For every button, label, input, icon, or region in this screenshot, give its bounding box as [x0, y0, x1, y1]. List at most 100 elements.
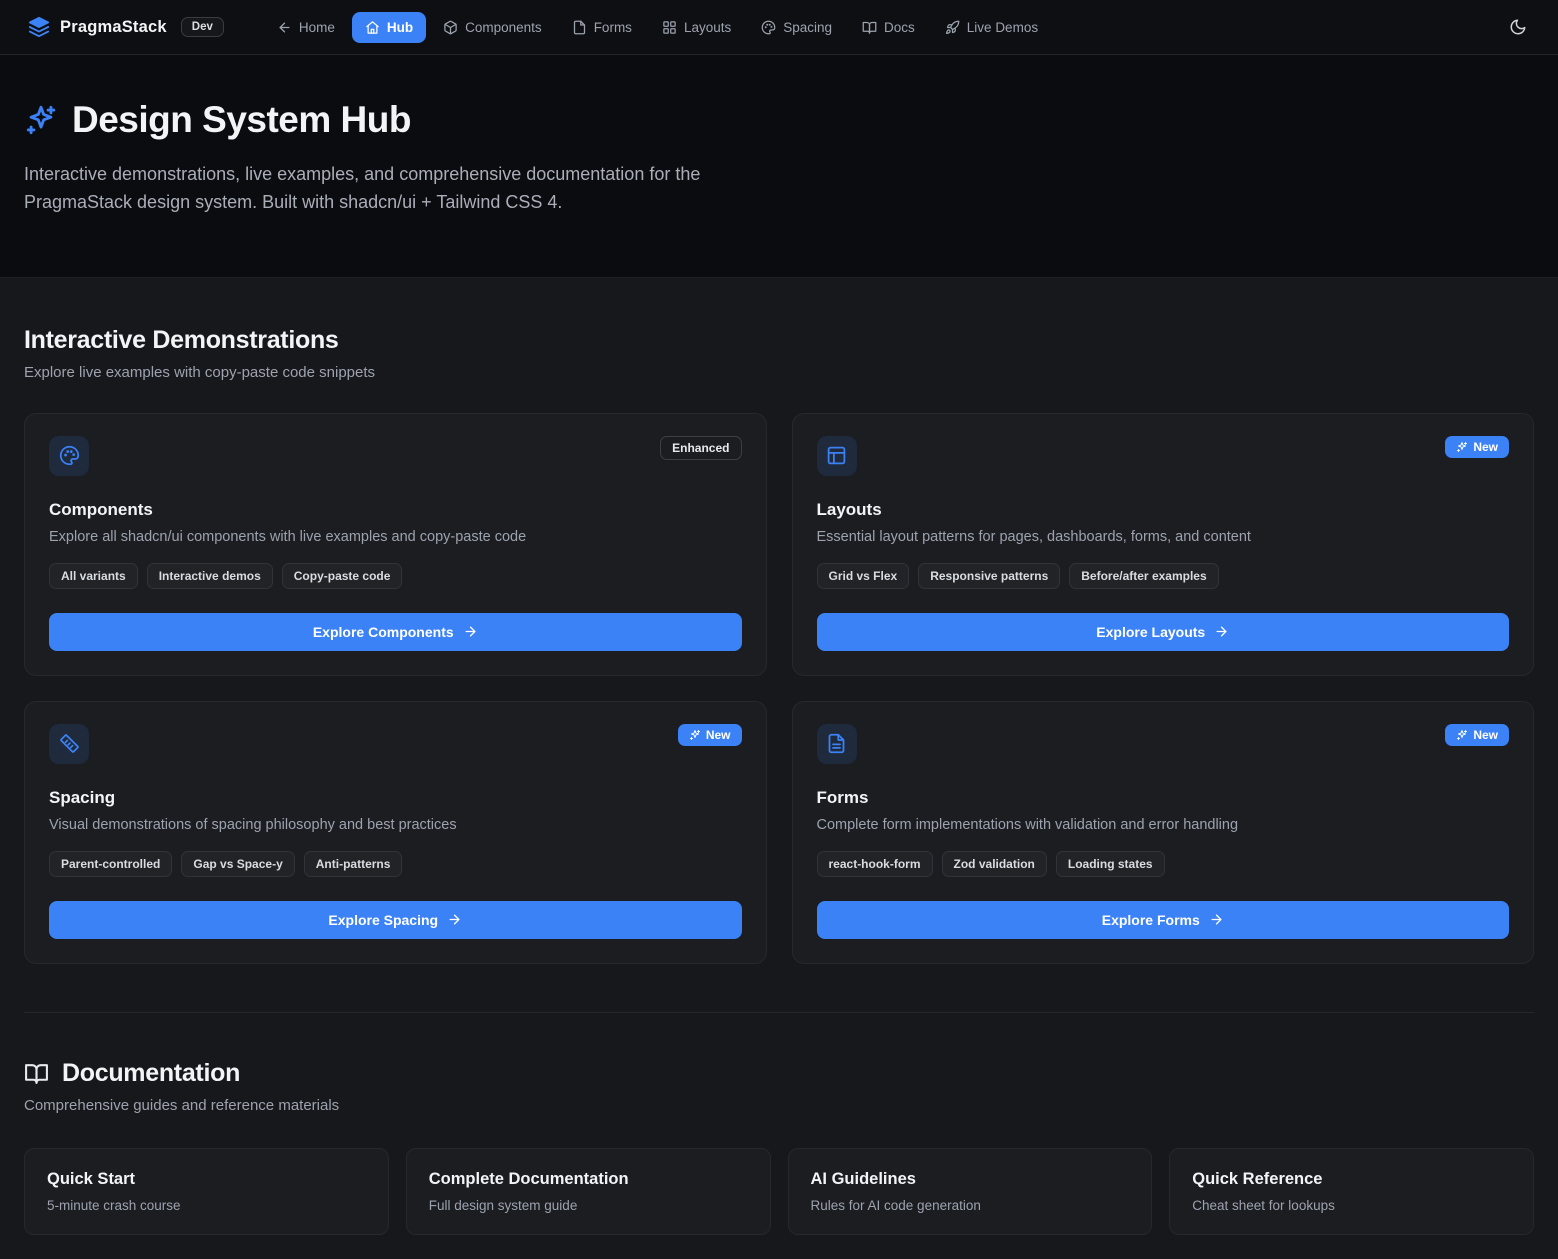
book-icon — [862, 20, 877, 35]
demo-card-components: Enhanced Components Explore all shadcn/u… — [24, 413, 767, 676]
nav-item-label: Hub — [387, 20, 413, 35]
nav-item-live-demos[interactable]: Live Demos — [932, 12, 1051, 43]
file-text-icon — [817, 724, 857, 764]
moon-icon — [1509, 18, 1527, 36]
explore-spacing-button[interactable]: Explore Spacing — [49, 901, 742, 939]
card-description: Essential layout patterns for pages, das… — [817, 529, 1510, 545]
doc-card-ai-guidelines[interactable]: AI Guidelines Rules for AI code generati… — [788, 1148, 1153, 1235]
nav-item-spacing[interactable]: Spacing — [748, 12, 845, 43]
demo-card-forms: New Forms Complete form implementations … — [792, 701, 1535, 964]
demos-section-title: Interactive Demonstrations — [24, 326, 1534, 355]
nav-item-label: Components — [465, 20, 542, 35]
button-label: Explore Spacing — [328, 912, 438, 928]
docs-section-subtitle: Comprehensive guides and reference mater… — [24, 1097, 1534, 1114]
nav-item-label: Layouts — [684, 20, 731, 35]
explore-forms-button[interactable]: Explore Forms — [817, 901, 1510, 939]
new-badge: New — [1445, 436, 1509, 458]
doc-card-grid: Quick Start 5-minute crash course Comple… — [24, 1148, 1534, 1235]
nav-item-docs[interactable]: Docs — [849, 12, 928, 43]
nav-item-forms[interactable]: Forms — [559, 12, 645, 43]
tag: Loading states — [1056, 851, 1165, 877]
sparkles-icon — [689, 729, 701, 741]
doc-card-complete-documentation[interactable]: Complete Documentation Full design syste… — [406, 1148, 771, 1235]
tag: Copy-paste code — [282, 563, 403, 589]
card-description: Visual demonstrations of spacing philoso… — [49, 817, 742, 833]
book-icon — [24, 1061, 49, 1086]
badge-label: New — [1473, 440, 1498, 454]
tag: Interactive demos — [147, 563, 273, 589]
doc-card-title: Quick Reference — [1192, 1170, 1511, 1189]
demo-card-spacing: New Spacing Visual demonstrations of spa… — [24, 701, 767, 964]
arrow-left-icon — [277, 20, 292, 35]
enhanced-badge: Enhanced — [660, 436, 741, 460]
explore-components-button[interactable]: Explore Components — [49, 613, 742, 651]
button-label: Explore Components — [313, 624, 454, 640]
nav-item-label: Live Demos — [967, 20, 1038, 35]
file-icon — [572, 20, 587, 35]
theme-toggle-button[interactable] — [1500, 9, 1536, 45]
docs-section-title: Documentation — [62, 1059, 240, 1088]
doc-card-quick-start[interactable]: Quick Start 5-minute crash course — [24, 1148, 389, 1235]
card-title: Forms — [817, 788, 1510, 808]
arrow-right-icon — [1214, 624, 1229, 639]
tag-list: All variants Interactive demos Copy-past… — [49, 563, 742, 589]
tag: Anti-patterns — [304, 851, 403, 877]
doc-card-quick-reference[interactable]: Quick Reference Cheat sheet for lookups — [1169, 1148, 1534, 1235]
explore-layouts-button[interactable]: Explore Layouts — [817, 613, 1510, 651]
tag-list: react-hook-form Zod validation Loading s… — [817, 851, 1510, 877]
main-content: Interactive Demonstrations Explore live … — [0, 278, 1558, 1259]
nav-item-label: Spacing — [783, 20, 832, 35]
doc-card-description: Full design system guide — [429, 1198, 748, 1213]
tag: Grid vs Flex — [817, 563, 910, 589]
docs-section: Documentation Comprehensive guides and r… — [24, 1059, 1534, 1235]
button-label: Explore Layouts — [1096, 624, 1205, 640]
brand-name: PragmaStack — [60, 18, 167, 37]
top-nav: PragmaStack Dev Home Hub Components Form… — [0, 0, 1558, 55]
doc-card-description: Rules for AI code generation — [811, 1198, 1130, 1213]
badge-label: New — [706, 728, 731, 742]
card-title: Layouts — [817, 500, 1510, 520]
tag: Zod validation — [942, 851, 1047, 877]
tag: Parent-controlled — [49, 851, 172, 877]
doc-card-title: AI Guidelines — [811, 1170, 1130, 1189]
tag: Gap vs Space-y — [181, 851, 294, 877]
sparkles-icon — [24, 103, 58, 137]
new-badge: New — [1445, 724, 1509, 746]
tag-list: Grid vs Flex Responsive patterns Before/… — [817, 563, 1510, 589]
demo-card-layouts: New Layouts Essential layout patterns fo… — [792, 413, 1535, 676]
brand[interactable]: PragmaStack Dev — [28, 16, 224, 38]
arrow-right-icon — [447, 912, 462, 927]
demos-section-subtitle: Explore live examples with copy-paste co… — [24, 364, 1534, 381]
hero-section: Design System Hub Interactive demonstrat… — [0, 55, 1558, 278]
tag: Before/after examples — [1069, 563, 1218, 589]
nav-item-hub[interactable]: Hub — [352, 12, 426, 43]
card-description: Complete form implementations with valid… — [817, 817, 1510, 833]
badge-label: New — [1473, 728, 1498, 742]
doc-card-title: Quick Start — [47, 1170, 366, 1189]
arrow-right-icon — [1209, 912, 1224, 927]
demos-section: Interactive Demonstrations Explore live … — [24, 326, 1534, 964]
arrow-right-icon — [463, 624, 478, 639]
demo-card-grid: Enhanced Components Explore all shadcn/u… — [24, 413, 1534, 964]
tag: Responsive patterns — [918, 563, 1060, 589]
hero-subtitle: Interactive demonstrations, live example… — [24, 161, 779, 217]
palette-icon — [59, 445, 80, 466]
sparkles-icon — [1456, 729, 1468, 741]
tag-list: Parent-controlled Gap vs Space-y Anti-pa… — [49, 851, 742, 877]
page-title: Design System Hub — [72, 99, 411, 141]
tag: react-hook-form — [817, 851, 933, 877]
nav-item-components[interactable]: Components — [430, 12, 555, 43]
box-icon — [443, 20, 458, 35]
layers-icon — [28, 16, 50, 38]
card-title: Components — [49, 500, 742, 520]
doc-card-title: Complete Documentation — [429, 1170, 748, 1189]
nav-item-layouts[interactable]: Layouts — [649, 12, 744, 43]
tag: All variants — [49, 563, 138, 589]
home-icon — [365, 20, 380, 35]
card-description: Explore all shadcn/ui components with li… — [49, 529, 742, 545]
grid-icon — [662, 20, 677, 35]
nav-item-home[interactable]: Home — [264, 12, 348, 43]
layout-icon — [826, 445, 847, 466]
doc-card-description: 5-minute crash course — [47, 1198, 366, 1213]
palette-icon — [761, 20, 776, 35]
